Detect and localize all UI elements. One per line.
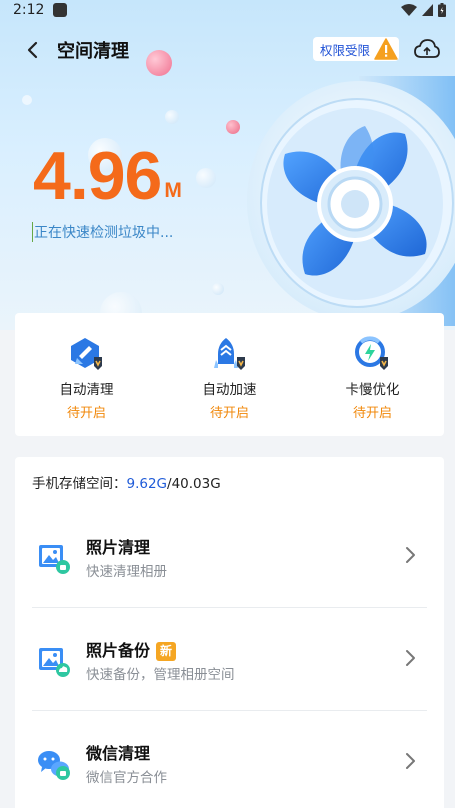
storage-card: 手机存储空间：9.62G/40.03G 照片清理 快速清理相册 照片备份新 快速… <box>15 457 444 808</box>
feature-state: 待开启 <box>352 406 392 421</box>
auto-clean-icon <box>70 338 102 370</box>
features-card: 自动清理 待开启 自动加速 待开启 卡慢优化 待开启 <box>15 313 444 436</box>
scan-status-text: 正在快速检测垃圾中... <box>32 222 173 242</box>
wifi-icon <box>401 4 417 16</box>
tool-item-wechat-clean[interactable]: 微信清理 微信官方合作 <box>15 710 444 808</box>
tool-subtitle: 快速备份，管理相册空间 <box>86 667 235 683</box>
storage-total: /40.03G <box>167 476 221 492</box>
new-badge: 新 <box>156 642 177 661</box>
feature-label: 自动清理 <box>59 382 114 398</box>
feature-state: 待开启 <box>66 406 106 421</box>
tool-subtitle: 快速清理相册 <box>86 564 167 580</box>
permission-button[interactable]: 权限受限 <box>313 37 399 61</box>
top-bar: 空间清理 权限受限 <box>0 30 455 70</box>
tool-title: 照片清理 <box>86 538 151 557</box>
tool-title-text: 照片备份 <box>86 641 151 660</box>
back-button[interactable] <box>20 36 44 64</box>
feature-auto-clean[interactable]: 自动清理 待开启 <box>27 336 147 436</box>
fan-illustration <box>247 76 455 326</box>
status-indicators <box>401 3 446 17</box>
cloud-button[interactable] <box>414 38 440 64</box>
chevron-right-icon <box>406 547 415 563</box>
photo-clean-icon <box>39 545 70 574</box>
feature-lag-optimize[interactable]: 卡慢优化 待开启 <box>313 336 433 436</box>
decor-bubble <box>196 168 216 188</box>
status-time: 2:12 <box>13 2 45 18</box>
tool-title: 照片备份新 <box>86 637 177 661</box>
decor-bubble <box>212 283 224 295</box>
auto-speed-icon <box>213 338 245 370</box>
tool-title: 微信清理 <box>86 744 151 763</box>
decor-bubble <box>22 95 32 105</box>
storage-label: 手机存储空间： <box>32 476 127 492</box>
junk-size-unit: M <box>164 179 182 202</box>
app-notification-icon <box>53 3 67 17</box>
feature-label: 卡慢优化 <box>345 382 400 398</box>
permission-label: 权限受限 <box>320 42 371 58</box>
tool-item-photo-clean[interactable]: 照片清理 快速清理相册 <box>15 504 444 608</box>
decor-bubble <box>165 110 179 124</box>
decor-bubble <box>226 120 240 134</box>
signal-icon <box>422 4 433 16</box>
photo-backup-icon <box>39 648 70 677</box>
wechat-clean-icon <box>38 751 70 780</box>
status-bar: 2:12 <box>0 0 455 22</box>
tool-subtitle: 微信官方合作 <box>86 770 167 786</box>
hero-panel: 2:12 空间清理 权限受限 4.96 M 正在快速检测垃圾中... <box>0 0 455 330</box>
feature-auto-speed[interactable]: 自动加速 待开启 <box>170 336 290 436</box>
storage-used: 9.62G <box>126 476 168 492</box>
cloud-icon <box>414 39 440 58</box>
feature-label: 自动加速 <box>202 382 257 398</box>
junk-size-readout: 4.96 M <box>33 142 182 210</box>
lag-optimize-icon <box>354 336 388 370</box>
battery-icon <box>438 3 446 17</box>
chevron-right-icon <box>406 650 415 666</box>
storage-summary: 手机存储空间：9.62G/40.03G <box>32 472 221 492</box>
back-arrow-icon <box>27 41 38 59</box>
feature-state: 待开启 <box>209 406 249 421</box>
junk-size-value: 4.96 <box>33 138 162 214</box>
warning-icon <box>374 38 398 60</box>
tool-item-photo-backup[interactable]: 照片备份新 快速备份，管理相册空间 <box>15 607 444 711</box>
page-title: 空间清理 <box>57 41 129 62</box>
chevron-right-icon <box>406 753 415 769</box>
